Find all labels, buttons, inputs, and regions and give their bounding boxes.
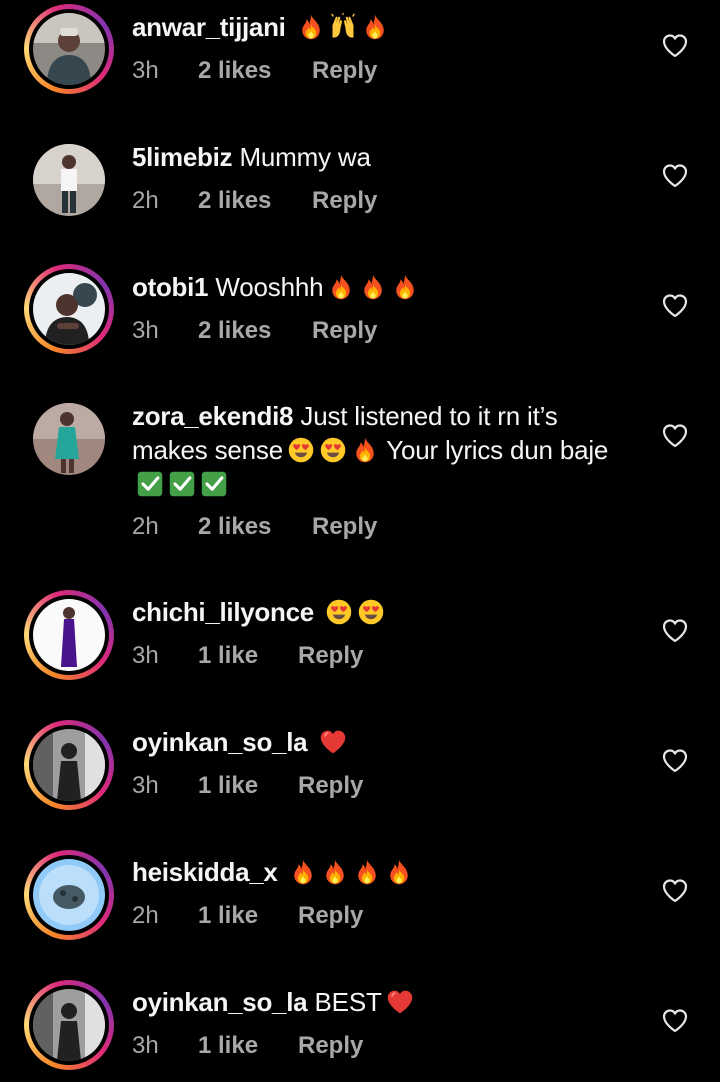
comment-likes-count[interactable]: 2 likes — [198, 186, 312, 216]
comment-username[interactable]: anwar_tijjani — [132, 12, 286, 42]
comment-username[interactable]: chichi_lilyonce — [132, 597, 314, 627]
reply-button[interactable]: Reply — [298, 901, 363, 931]
reply-button[interactable]: Reply — [312, 56, 377, 86]
fire-emoji — [327, 273, 355, 301]
reply-button[interactable]: Reply — [298, 641, 363, 671]
avatar[interactable] — [24, 590, 114, 680]
comment-likes-count[interactable]: 2 likes — [198, 56, 312, 86]
raising-hands-emoji — [329, 13, 357, 41]
like-heart-icon[interactable] — [662, 878, 688, 904]
comment-timestamp: 3h — [132, 772, 159, 799]
comment-text-continued: Your lyrics dun baje — [386, 435, 609, 465]
profile-photo — [33, 859, 105, 931]
comment-username[interactable]: oyinkan_so_la — [132, 987, 308, 1017]
comment-timestamp: 2h — [132, 513, 159, 540]
comment-text: Mummy wa — [239, 142, 371, 172]
comment-timestamp: 2h — [132, 902, 159, 929]
fire-emoji — [359, 273, 387, 301]
fire-emoji — [385, 858, 413, 886]
fire-emoji — [289, 858, 317, 886]
fire-emoji — [297, 13, 325, 41]
profile-photo — [33, 403, 105, 475]
comment-username[interactable]: heiskidda_x — [132, 857, 278, 887]
avatar[interactable] — [24, 4, 114, 94]
profile-photo — [33, 273, 105, 345]
comment-timestamp: 3h — [132, 57, 159, 84]
check-mark-emoji — [200, 470, 228, 498]
comment-likes-count[interactable]: 2 likes — [198, 316, 312, 346]
red-heart-emoji — [386, 988, 414, 1016]
like-heart-icon[interactable] — [662, 33, 688, 59]
reply-button[interactable]: Reply — [298, 771, 363, 801]
comment-likes-count[interactable]: 1 like — [198, 901, 298, 931]
comment-likes-count[interactable]: 1 like — [198, 641, 298, 671]
comment-timestamp: 3h — [132, 1032, 159, 1059]
like-heart-icon[interactable] — [662, 748, 688, 774]
avatar[interactable] — [24, 850, 114, 940]
profile-photo — [33, 144, 105, 216]
fire-emoji — [351, 436, 379, 464]
comment-timestamp: 2h — [132, 187, 159, 214]
comment-likes-count[interactable]: 1 like — [198, 771, 298, 801]
red-heart-emoji — [319, 728, 347, 756]
profile-photo — [33, 729, 105, 801]
comment-username[interactable]: zora_ekendi8 — [132, 401, 293, 431]
heart-eyes-emoji — [357, 598, 385, 626]
profile-photo — [33, 599, 105, 671]
heart-eyes-emoji — [287, 436, 315, 464]
avatar[interactable] — [24, 135, 114, 225]
comment-likes-count[interactable]: 1 like — [198, 1031, 298, 1061]
comment-text: Wooshhh — [215, 272, 324, 302]
comment-text: BEST — [314, 987, 382, 1017]
like-heart-icon[interactable] — [662, 293, 688, 319]
comment-likes-count[interactable]: 2 likes — [198, 512, 312, 542]
like-heart-icon[interactable] — [662, 423, 688, 449]
comment-username[interactable]: otobi1 — [132, 272, 208, 302]
avatar[interactable] — [24, 394, 114, 484]
comment-username[interactable]: 5limebiz — [132, 142, 233, 172]
heart-eyes-emoji — [325, 598, 353, 626]
heart-eyes-emoji — [319, 436, 347, 464]
fire-emoji — [361, 13, 389, 41]
reply-button[interactable]: Reply — [298, 1031, 363, 1061]
reply-button[interactable]: Reply — [312, 316, 377, 346]
fire-emoji — [391, 273, 419, 301]
reply-button[interactable]: Reply — [312, 186, 377, 216]
avatar[interactable] — [24, 264, 114, 354]
comment-timestamp: 3h — [132, 317, 159, 344]
profile-photo — [33, 989, 105, 1061]
like-heart-icon[interactable] — [662, 1008, 688, 1034]
fire-emoji — [353, 858, 381, 886]
comment-timestamp: 3h — [132, 642, 159, 669]
like-heart-icon[interactable] — [662, 163, 688, 189]
avatar[interactable] — [24, 720, 114, 810]
profile-photo — [33, 13, 105, 85]
reply-button[interactable]: Reply — [312, 512, 377, 542]
comment-username[interactable]: oyinkan_so_la — [132, 727, 308, 757]
fire-emoji — [321, 858, 349, 886]
avatar[interactable] — [24, 980, 114, 1070]
check-mark-emoji — [136, 470, 164, 498]
like-heart-icon[interactable] — [662, 618, 688, 644]
check-mark-emoji — [168, 470, 196, 498]
